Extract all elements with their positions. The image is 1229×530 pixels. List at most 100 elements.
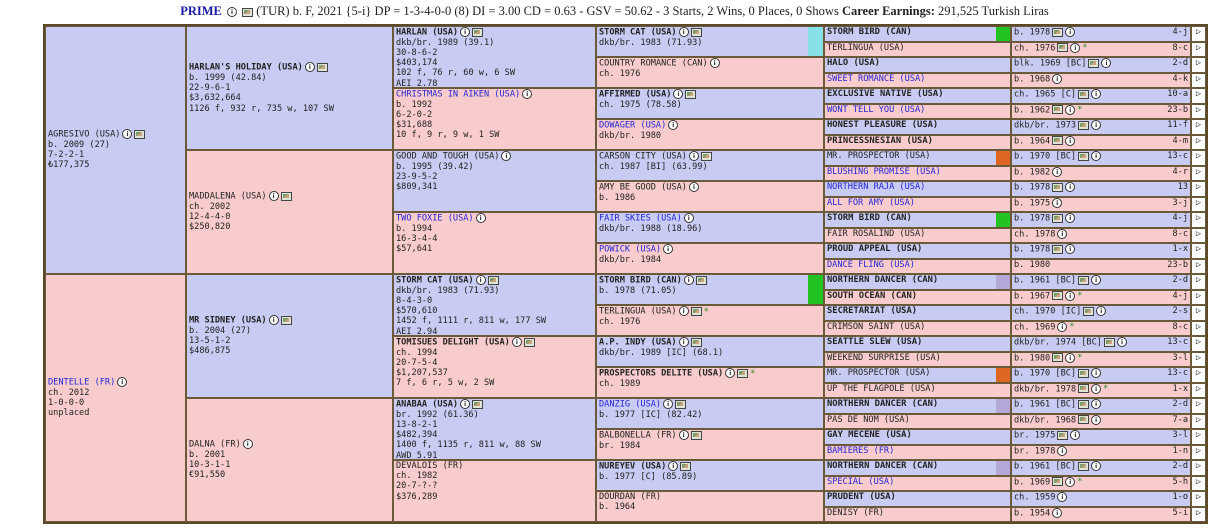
chevron-right-icon[interactable]: ▷ bbox=[1196, 291, 1201, 301]
chevron-right-icon[interactable]: ▷ bbox=[1196, 58, 1201, 68]
info-icon[interactable]: i bbox=[683, 213, 694, 223]
expand-arrow-button[interactable]: ▷ bbox=[1191, 134, 1206, 150]
horse-name-link[interactable]: STORM BIRD (CAN) bbox=[827, 27, 912, 37]
expand-arrow-button[interactable]: ▷ bbox=[1191, 351, 1206, 367]
info-icon[interactable]: i bbox=[678, 430, 689, 440]
info-icon[interactable]: i bbox=[304, 62, 315, 73]
horse-name-link[interactable]: COUNTRY ROMANCE (CAN) bbox=[599, 59, 708, 69]
horse-name-link[interactable]: MADDALENA (USA) bbox=[189, 192, 267, 202]
photo-icon[interactable] bbox=[680, 461, 692, 471]
info-icon[interactable]: i bbox=[1065, 244, 1076, 254]
expand-arrow-button[interactable]: ▷ bbox=[1191, 212, 1206, 228]
horse-name-link[interactable]: HONEST PLEASURE (USA) bbox=[827, 120, 938, 130]
chevron-right-icon[interactable]: ▷ bbox=[1196, 27, 1201, 37]
info-icon[interactable]: i bbox=[1091, 89, 1102, 99]
info-icon[interactable]: i bbox=[725, 368, 736, 378]
chevron-right-icon[interactable]: ▷ bbox=[1196, 43, 1201, 53]
info-icon[interactable]: i bbox=[1065, 290, 1076, 301]
info-icon[interactable]: i bbox=[1101, 58, 1112, 68]
info-icon[interactable]: i bbox=[1070, 42, 1081, 53]
info-icon[interactable]: i bbox=[1052, 73, 1063, 84]
info-icon[interactable]: i bbox=[1091, 383, 1102, 394]
info-icon[interactable]: i bbox=[1052, 507, 1063, 518]
photo-icon[interactable] bbox=[695, 275, 707, 285]
horse-name-link[interactable]: TERLINGUA (USA) bbox=[599, 307, 677, 317]
photo-icon[interactable] bbox=[1052, 353, 1064, 362]
photo-icon[interactable] bbox=[472, 27, 484, 37]
horse-name-link[interactable]: TWO FOXIE (USA) bbox=[396, 214, 474, 224]
expand-arrow-button[interactable]: ▷ bbox=[1191, 243, 1206, 259]
chevron-right-icon[interactable]: ▷ bbox=[1196, 492, 1201, 502]
chevron-right-icon[interactable]: ▷ bbox=[1196, 430, 1201, 440]
horse-name-link[interactable]: STORM BIRD (CAN) bbox=[827, 213, 912, 223]
horse-name-link[interactable]: TOMISUES DELIGHT (USA) bbox=[396, 338, 510, 348]
horse-name-link[interactable]: DALNA (FR) bbox=[189, 440, 241, 450]
horse-name-link[interactable]: DOURDAN (FR) bbox=[599, 492, 661, 502]
horse-name-link[interactable]: PROUD APPEAL (USA) bbox=[827, 244, 922, 254]
info-icon[interactable]: i bbox=[1091, 275, 1102, 285]
info-icon[interactable]: i bbox=[668, 461, 679, 471]
horse-name-link[interactable]: PAS DE NOM (USA) bbox=[827, 415, 910, 425]
info-icon[interactable]: i bbox=[1052, 197, 1063, 208]
horse-name-link[interactable]: TERLINGUA (USA) bbox=[827, 43, 905, 53]
expand-arrow-button[interactable]: ▷ bbox=[1191, 196, 1206, 212]
horse-name-link[interactable]: NORTHERN DANCER (CAN) bbox=[827, 399, 938, 409]
info-icon[interactable]: i bbox=[242, 439, 253, 450]
info-icon[interactable]: i bbox=[1091, 399, 1102, 409]
expand-arrow-button[interactable]: ▷ bbox=[1191, 72, 1206, 88]
horse-name-link[interactable]: STORM CAT (USA) bbox=[599, 28, 677, 38]
horse-name-link[interactable]: CARSON CITY (USA) bbox=[599, 152, 687, 162]
info-icon[interactable]: i bbox=[1065, 27, 1076, 37]
info-icon[interactable]: i bbox=[1065, 213, 1076, 223]
horse-name-link[interactable]: NUREYEV (USA) bbox=[599, 462, 666, 472]
horse-name-link[interactable]: MR. PROSPECTOR (USA) bbox=[827, 368, 930, 378]
horse-name-link[interactable]: DENISY (FR) bbox=[827, 508, 884, 518]
expand-arrow-button[interactable]: ▷ bbox=[1191, 258, 1206, 274]
photo-icon[interactable] bbox=[690, 306, 702, 316]
horse-name-link[interactable]: DANZIG (USA) bbox=[599, 400, 661, 410]
expand-arrow-button[interactable]: ▷ bbox=[1191, 305, 1206, 321]
chevron-right-icon[interactable]: ▷ bbox=[1196, 74, 1201, 84]
chevron-right-icon[interactable]: ▷ bbox=[1196, 306, 1201, 316]
info-icon[interactable]: i bbox=[1052, 166, 1063, 177]
photo-icon[interactable] bbox=[1052, 136, 1064, 145]
expand-arrow-button[interactable]: ▷ bbox=[1191, 336, 1206, 352]
info-icon[interactable]: i bbox=[501, 151, 512, 161]
photo-icon[interactable] bbox=[1078, 275, 1090, 285]
photo-icon[interactable] bbox=[487, 275, 499, 285]
photo-icon[interactable] bbox=[1083, 306, 1095, 316]
horse-name-link[interactable]: MR SIDNEY (USA) bbox=[189, 316, 267, 326]
photo-icon[interactable] bbox=[280, 191, 292, 201]
horse-name-link[interactable]: ALL FOR AMY (USA) bbox=[827, 198, 915, 208]
info-icon[interactable]: i bbox=[1057, 228, 1068, 239]
horse-name-link[interactable]: SOUTH OCEAN (CAN) bbox=[827, 291, 917, 301]
photo-icon[interactable] bbox=[685, 89, 697, 99]
horse-name-link[interactable]: HALO (USA) bbox=[827, 58, 880, 68]
expand-arrow-button[interactable]: ▷ bbox=[1191, 367, 1206, 383]
info-icon[interactable]: i bbox=[673, 89, 684, 99]
horse-name-link[interactable]: EXCLUSIVE NATIVE (USA) bbox=[827, 89, 944, 99]
photo-icon[interactable] bbox=[1057, 430, 1069, 440]
info-icon[interactable]: i bbox=[663, 399, 674, 409]
expand-arrow-button[interactable]: ▷ bbox=[1191, 429, 1206, 445]
chevron-right-icon[interactable]: ▷ bbox=[1196, 120, 1201, 130]
expand-arrow-button[interactable]: ▷ bbox=[1191, 119, 1206, 135]
photo-icon[interactable] bbox=[523, 337, 535, 347]
photo-icon[interactable] bbox=[242, 7, 254, 17]
info-icon[interactable]: i bbox=[683, 275, 694, 285]
photo-icon[interactable] bbox=[1078, 384, 1090, 393]
expand-arrow-button[interactable]: ▷ bbox=[1191, 475, 1206, 491]
chevron-right-icon[interactable]: ▷ bbox=[1196, 337, 1201, 347]
photo-icon[interactable] bbox=[1057, 43, 1069, 52]
info-icon[interactable]: i bbox=[1065, 352, 1076, 363]
chevron-right-icon[interactable]: ▷ bbox=[1196, 198, 1201, 208]
horse-name-link[interactable]: PRIME bbox=[180, 4, 222, 18]
horse-name-link[interactable]: GOOD AND TOUGH (USA) bbox=[396, 152, 499, 162]
chevron-right-icon[interactable]: ▷ bbox=[1196, 415, 1201, 425]
horse-name-link[interactable]: AFFIRMED (USA) bbox=[599, 90, 671, 100]
horse-name-link[interactable]: AMY BE GOOD (USA) bbox=[599, 183, 687, 193]
horse-name-link[interactable]: BLUSHING PROMISE (USA) bbox=[827, 167, 941, 177]
horse-name-link[interactable]: DEVALOIS (FR) bbox=[396, 461, 463, 471]
horse-name-link[interactable]: ANABAA (USA) bbox=[396, 400, 458, 410]
info-icon[interactable]: i bbox=[678, 27, 689, 37]
